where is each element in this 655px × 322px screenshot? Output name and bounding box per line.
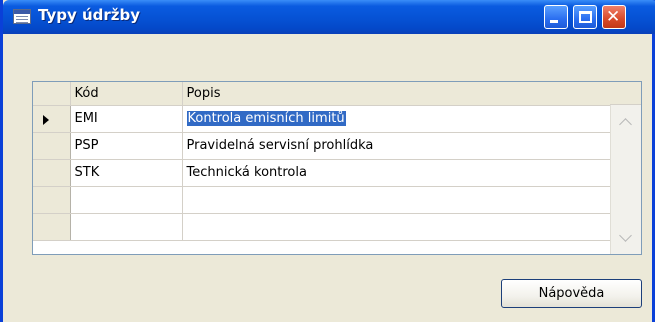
row-selector[interactable] xyxy=(33,213,71,241)
cell-description[interactable]: Kontrola emisních limitů xyxy=(182,105,611,133)
table-row[interactable]: STK Technická kontrola xyxy=(33,159,611,187)
vertical-scrollbar[interactable] xyxy=(610,105,641,254)
table-row[interactable]: PSP Pravidelná servisní prohlídka xyxy=(33,132,611,160)
cell-code[interactable]: PSP xyxy=(70,132,183,160)
cell-code[interactable] xyxy=(70,186,183,214)
maximize-button[interactable] xyxy=(573,5,597,29)
close-icon: ✕ xyxy=(606,7,621,27)
cell-code[interactable]: STK xyxy=(70,159,183,187)
cell-code[interactable] xyxy=(70,213,183,241)
cell-code[interactable]: EMI xyxy=(70,105,183,133)
maximize-icon xyxy=(579,11,592,23)
selected-text[interactable]: Kontrola emisních limitů xyxy=(186,111,346,126)
grid-corner xyxy=(33,82,71,106)
window-title: Typy údržby xyxy=(38,6,141,24)
column-header-code[interactable]: Kód xyxy=(70,82,183,106)
minimize-icon xyxy=(550,20,558,23)
cell-description[interactable]: Technická kontrola xyxy=(182,159,611,187)
current-row-arrow-icon xyxy=(43,114,49,125)
table-row[interactable] xyxy=(33,186,611,214)
row-selector[interactable] xyxy=(33,186,71,214)
grid-header-row: Kód Popis xyxy=(33,82,611,106)
row-selector[interactable] xyxy=(33,105,71,133)
maintenance-types-grid[interactable]: Kód Popis EMI Kontrola emisních limitů P… xyxy=(32,81,642,255)
close-button[interactable]: ✕ xyxy=(602,5,626,29)
chevron-down-icon xyxy=(619,229,632,242)
minimize-button[interactable] xyxy=(544,5,568,29)
scroll-up-button[interactable] xyxy=(614,110,638,134)
cell-description[interactable] xyxy=(182,186,611,214)
row-selector[interactable] xyxy=(33,132,71,160)
cell-description[interactable] xyxy=(182,213,611,241)
scroll-down-button[interactable] xyxy=(614,227,638,251)
table-row[interactable]: EMI Kontrola emisních limitů xyxy=(33,105,611,133)
row-selector[interactable] xyxy=(33,159,71,187)
cell-description[interactable]: Pravidelná servisní prohlídka xyxy=(182,132,611,160)
help-button[interactable]: Nápověda xyxy=(501,279,642,308)
table-form-icon xyxy=(13,9,31,24)
chevron-up-icon xyxy=(619,118,632,131)
table-row[interactable] xyxy=(33,213,611,241)
title-bar[interactable]: Typy údržby ✕ xyxy=(3,0,655,34)
header-filler xyxy=(610,82,641,105)
column-header-description[interactable]: Popis xyxy=(182,82,611,106)
